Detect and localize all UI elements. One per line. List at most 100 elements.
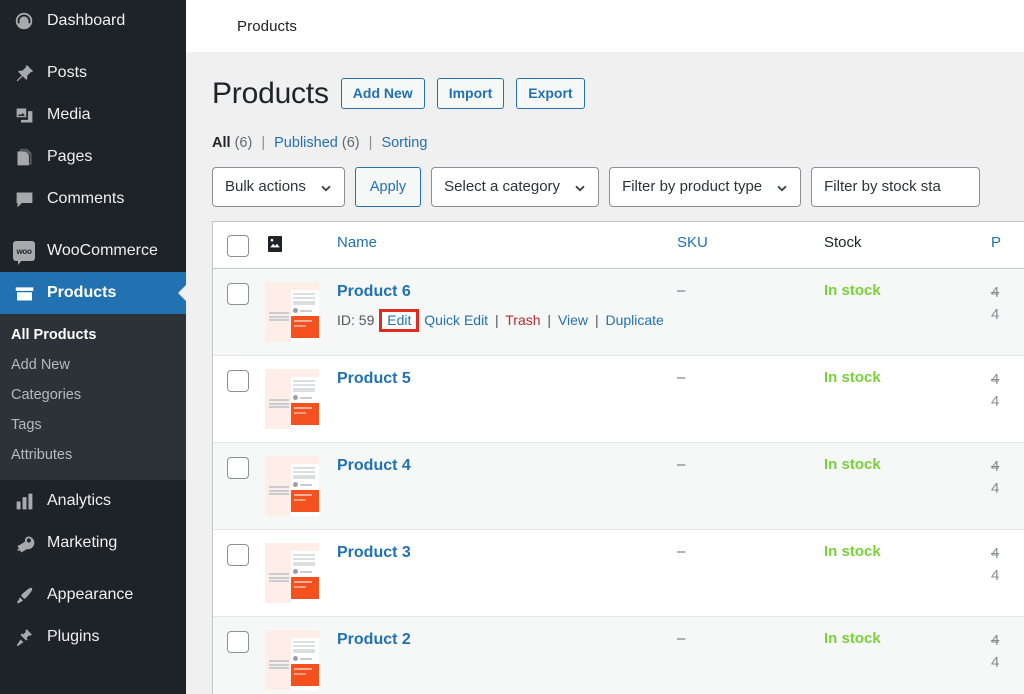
view-link-all[interactable]: All	[212, 135, 231, 151]
row-price-cell: 4 4	[991, 443, 1024, 513]
apply-button[interactable]: Apply	[354, 167, 422, 207]
quick-edit-link[interactable]: Quick Edit	[424, 312, 488, 328]
sidebar-item-label: Posts	[47, 64, 88, 81]
sidebar-item-analytics[interactable]: Analytics	[0, 480, 186, 522]
row-select-checkbox[interactable]	[227, 544, 249, 566]
product-thumbnail	[265, 456, 319, 516]
sidebar-item-label: Plugins	[47, 628, 100, 645]
chevron-down-icon	[320, 181, 332, 193]
row-price-cell: 4 4	[991, 269, 1024, 339]
header-checkbox-cell	[213, 222, 265, 268]
row-name-cell: Product 5	[337, 356, 677, 403]
view-link-sorting[interactable]: Sorting	[381, 135, 427, 151]
stock-status-badge: In stock	[824, 543, 881, 560]
export-button[interactable]: Export	[516, 77, 585, 110]
row-checkbox-cell	[213, 530, 265, 579]
product-id-label: ID: 59	[337, 311, 375, 328]
row-name-cell: Product 6 ID: 59 Edit Quick Edit | Trash…	[337, 269, 677, 345]
pages-icon	[11, 144, 37, 170]
price-original: 4	[991, 284, 1000, 301]
header-sku-cell: SKU	[677, 222, 824, 262]
price-original: 4	[991, 371, 1000, 388]
sidebar-item-marketing[interactable]: Marketing	[0, 522, 186, 564]
sidebar-item-products[interactable]: Products	[0, 272, 186, 314]
category-filter-select[interactable]: Select a category	[431, 167, 600, 207]
plug-icon	[11, 624, 37, 650]
submenu-item-add-new[interactable]: Add New	[0, 350, 186, 380]
submenu-item-tags[interactable]: Tags	[0, 410, 186, 440]
stock-status-filter-select[interactable]: Filter by stock sta	[811, 167, 980, 207]
sidebar-item-appearance[interactable]: Appearance	[0, 574, 186, 616]
sidebar-item-label: Analytics	[47, 492, 112, 509]
table-row: Product 2 – In stock 4 4	[213, 617, 1024, 694]
view-link-published[interactable]: Published	[274, 135, 338, 151]
row-stock-cell: In stock	[824, 443, 991, 486]
analytics-icon	[11, 488, 37, 514]
view-count-published: (6)	[341, 135, 360, 151]
product-type-filter-select[interactable]: Filter by product type	[609, 167, 802, 207]
sidebar-divider	[0, 220, 186, 230]
sidebar-item-label: Appearance	[47, 586, 134, 603]
column-header-stock[interactable]: Stock	[824, 234, 862, 251]
sku-value: –	[677, 630, 686, 647]
price-current: 4	[991, 566, 1000, 584]
row-select-checkbox[interactable]	[227, 283, 249, 305]
bulk-actions-value: Bulk actions	[225, 178, 306, 195]
table-filter-bar: Bulk actions Apply Select a category Fil…	[212, 167, 1024, 207]
stock-status-filter-value: Filter by stock sta	[824, 178, 941, 195]
price-current: 4	[991, 305, 1000, 323]
stock-status-badge: In stock	[824, 282, 881, 299]
product-name-link[interactable]: Product 5	[337, 369, 411, 390]
row-price-cell: 4 4	[991, 617, 1024, 687]
screen-root: Products Dashboard Posts Media Pages Com…	[0, 0, 1024, 694]
row-checkbox-cell	[213, 269, 265, 318]
page-header: Products Add New Import Export	[212, 74, 1024, 113]
column-header-name[interactable]: Name	[337, 234, 377, 251]
row-select-checkbox[interactable]	[227, 370, 249, 392]
row-sku-cell: –	[677, 269, 824, 312]
submenu-item-attributes[interactable]: Attributes	[0, 440, 186, 470]
sidebar-item-label: Marketing	[47, 534, 118, 551]
column-header-price[interactable]: P	[991, 234, 1001, 251]
price-original: 4	[991, 458, 1000, 475]
dashboard-icon	[11, 8, 37, 34]
submenu-item-categories[interactable]: Categories	[0, 380, 186, 410]
row-select-checkbox[interactable]	[227, 457, 249, 479]
row-thumbnail-cell	[265, 356, 337, 442]
table-row: Product 4 – In stock 4 4	[213, 443, 1024, 530]
row-sku-cell: –	[677, 617, 824, 660]
sidebar-item-media[interactable]: Media	[0, 94, 186, 136]
main-content: Products Add New Import Export All (6) |…	[186, 52, 1024, 694]
submenu-item-all-products[interactable]: All Products	[0, 320, 186, 350]
row-stock-cell: In stock	[824, 269, 991, 312]
edit-link[interactable]: Edit	[387, 312, 411, 328]
product-name-link[interactable]: Product 2	[337, 630, 411, 651]
sidebar-item-plugins[interactable]: Plugins	[0, 616, 186, 658]
sidebar-item-woocommerce[interactable]: woo WooCommerce	[0, 230, 186, 272]
view-link[interactable]: View	[558, 312, 588, 328]
bulk-actions-select[interactable]: Bulk actions	[212, 167, 345, 207]
sidebar-item-posts[interactable]: Posts	[0, 52, 186, 94]
stock-status-badge: In stock	[824, 369, 881, 386]
product-name-link[interactable]: Product 6	[337, 282, 411, 303]
sidebar-item-dashboard[interactable]: Dashboard	[0, 0, 186, 42]
category-filter-value: Select a category	[444, 178, 561, 195]
import-button[interactable]: Import	[436, 77, 505, 110]
select-all-checkbox[interactable]	[227, 235, 249, 257]
product-thumbnail	[265, 282, 319, 342]
sidebar-item-comments[interactable]: Comments	[0, 178, 186, 220]
products-table: Name SKU Stock P Product 6 ID: 59 Edit Q…	[212, 221, 1024, 694]
row-select-checkbox[interactable]	[227, 631, 249, 653]
pin-icon	[11, 60, 37, 86]
row-thumbnail-cell	[265, 617, 337, 694]
product-name-link[interactable]: Product 4	[337, 456, 411, 477]
column-header-sku[interactable]: SKU	[677, 234, 708, 251]
sidebar-item-pages[interactable]: Pages	[0, 136, 186, 178]
price-current: 4	[991, 479, 1000, 497]
duplicate-link[interactable]: Duplicate	[605, 312, 663, 328]
sku-value: –	[677, 543, 686, 560]
product-name-link[interactable]: Product 3	[337, 543, 411, 564]
stock-status-badge: In stock	[824, 456, 881, 473]
trash-link[interactable]: Trash	[505, 312, 540, 328]
add-new-button[interactable]: Add New	[340, 77, 425, 110]
